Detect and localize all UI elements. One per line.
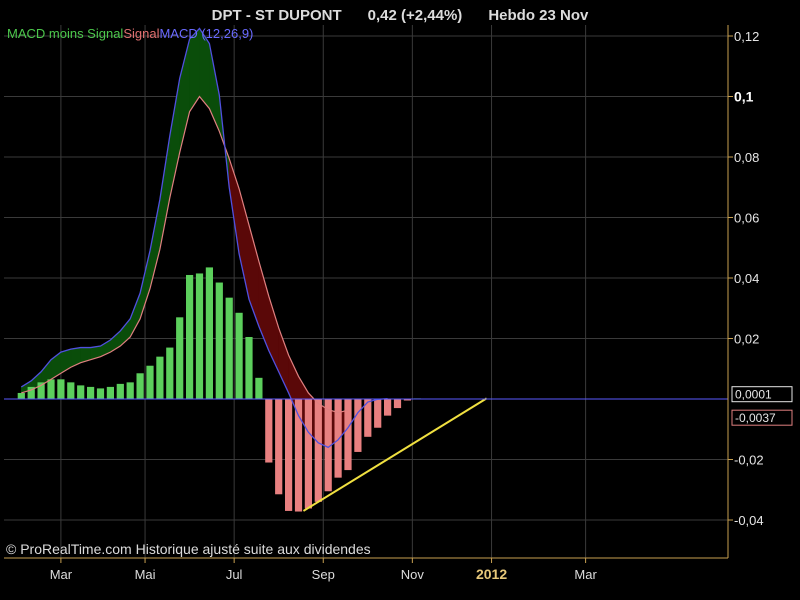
x-tick-label: Mar — [50, 567, 73, 582]
period-date: Hebdo 23 Nov — [488, 7, 589, 24]
y-tick-label: -0,02 — [734, 453, 764, 468]
histogram-bar — [116, 383, 124, 399]
histogram-bar — [47, 379, 55, 399]
value-label: -0,0037 — [735, 411, 776, 425]
y-tick-label: 0,04 — [734, 271, 759, 286]
y-axis-ticks: 0,12 0,1 0,08 0,06 0,04 0,02 -0,02 -0,04 — [728, 29, 764, 528]
histogram-bar — [126, 382, 134, 399]
histogram-bar — [146, 365, 154, 399]
credit-text: © ProRealTime.com Historique ajusté suit… — [6, 541, 371, 557]
x-tick-label: Nov — [401, 567, 425, 582]
histogram-bar — [235, 312, 243, 399]
macd-chart: 0,12 0,1 0,08 0,06 0,04 0,02 -0,02 -0,04 Mar Mai… — [4, 7, 793, 582]
x-axis-ticks: Mar Mai Jul Sep Nov 2012 Mar — [50, 558, 597, 582]
histogram-bar — [136, 373, 144, 399]
histogram-bar — [156, 356, 164, 399]
histogram-bar — [275, 399, 283, 495]
histogram-bar — [304, 399, 312, 509]
histogram-bar — [176, 317, 184, 399]
y-tick-label: 0,12 — [734, 29, 759, 44]
histogram-bar — [374, 399, 382, 428]
y-tick-label: 0,08 — [734, 150, 759, 165]
histogram-bar — [255, 377, 263, 399]
histogram-bar — [344, 399, 352, 471]
histogram-bar — [245, 336, 253, 399]
legend-histogram: MACD moins Signal — [7, 26, 123, 41]
legend: MACD moins SignalSignalMACD (12,26,9) — [7, 26, 253, 41]
axes — [4, 25, 729, 559]
histogram-bar — [334, 399, 342, 478]
histogram-bar — [57, 379, 65, 399]
instrument-name: DPT - ST DUPONT — [212, 7, 342, 24]
histogram-bar — [106, 386, 114, 399]
histogram-bar — [17, 392, 25, 399]
quote-change: 0,42 (+2,44%) — [368, 7, 463, 24]
y-tick-label: 0,02 — [734, 332, 759, 347]
histogram-bar — [393, 399, 402, 409]
histogram-bar — [96, 388, 105, 399]
x-tick-label: Sep — [312, 567, 335, 582]
x-tick-label: 2012 — [476, 566, 507, 582]
histogram-bar — [384, 399, 392, 416]
histogram-bar — [67, 382, 75, 399]
value-label: 0,0001 — [735, 388, 772, 402]
histogram-bar — [166, 347, 174, 399]
histogram-bar — [215, 282, 223, 399]
histogram-bar — [314, 399, 322, 502]
fill-segment — [70, 347, 81, 368]
histogram-bar — [265, 399, 273, 463]
grid-lines — [4, 25, 728, 558]
histogram-bar — [205, 267, 213, 399]
histogram-bar — [87, 386, 95, 399]
x-tick-label: Jul — [226, 567, 243, 582]
legend-macd: MACD (12,26,9) — [159, 26, 253, 41]
histogram-bar — [186, 274, 194, 399]
y-tick-label: -0,04 — [734, 513, 764, 528]
x-tick-label: Mar — [574, 567, 597, 582]
current-value-boxes: 0,0001 -0,0037 — [731, 386, 793, 426]
histogram-bar — [225, 297, 233, 399]
legend-signal: Signal — [123, 26, 159, 41]
histogram-bar — [285, 399, 293, 511]
histogram-bar — [77, 385, 85, 399]
y-tick-label: 0,06 — [734, 211, 759, 226]
chart-title: DPT - ST DUPONT 0,42 (+2,44%) Hebdo 23 Nov — [212, 7, 589, 24]
histogram-bar — [354, 399, 362, 452]
x-tick-label: Mai — [135, 567, 156, 582]
histogram-bar — [195, 273, 204, 399]
y-tick-label: 0,1 — [734, 89, 754, 105]
